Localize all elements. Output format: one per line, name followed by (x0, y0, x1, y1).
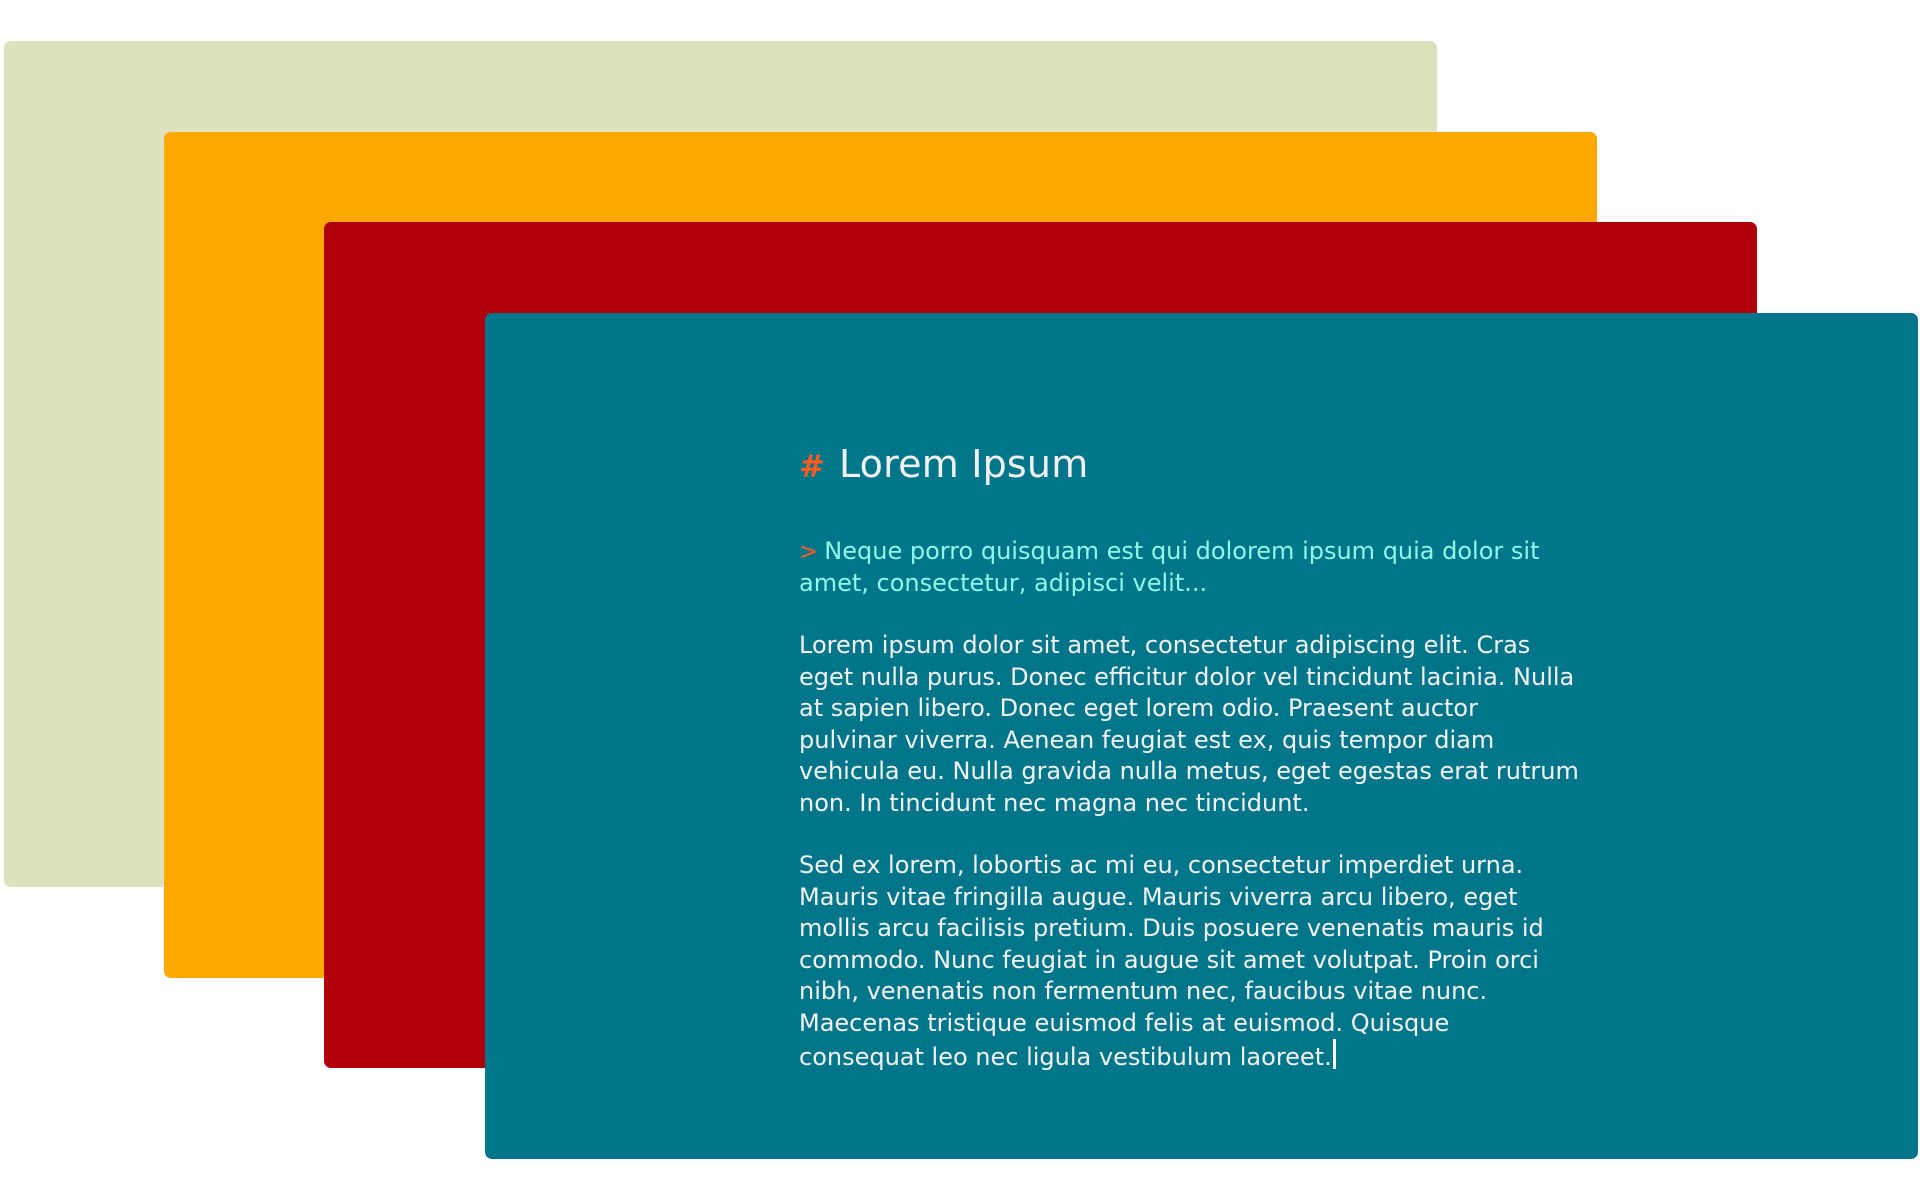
editor-text-area[interactable]: # Lorem Ipsum > Neque porro quisquam est … (799, 442, 1579, 1105)
document-heading[interactable]: Lorem Ipsum (839, 442, 1088, 486)
quote-text[interactable]: Neque porro quisquam est qui dolorem ips… (799, 537, 1540, 597)
layered-editor-screen: # Lorem Ipsum > Neque porro quisquam est … (0, 0, 1920, 1200)
body-paragraph-2[interactable]: Sed ex lorem, lobortis ac mi eu, consect… (799, 850, 1579, 1074)
body-paragraph-1[interactable]: Lorem ipsum dolor sit amet, consectetur … (799, 630, 1579, 819)
text-cursor (1332, 1039, 1336, 1069)
heading-line[interactable]: # Lorem Ipsum (799, 442, 1579, 494)
quote-marker: > (799, 539, 819, 565)
body-paragraph-2-text[interactable]: Sed ex lorem, lobortis ac mi eu, consect… (799, 851, 1544, 1071)
quote-block[interactable]: > Neque porro quisquam est qui dolorem ip… (799, 536, 1559, 599)
heading-marker: # (799, 449, 825, 485)
editor-card[interactable]: # Lorem Ipsum > Neque porro quisquam est … (485, 313, 1918, 1159)
